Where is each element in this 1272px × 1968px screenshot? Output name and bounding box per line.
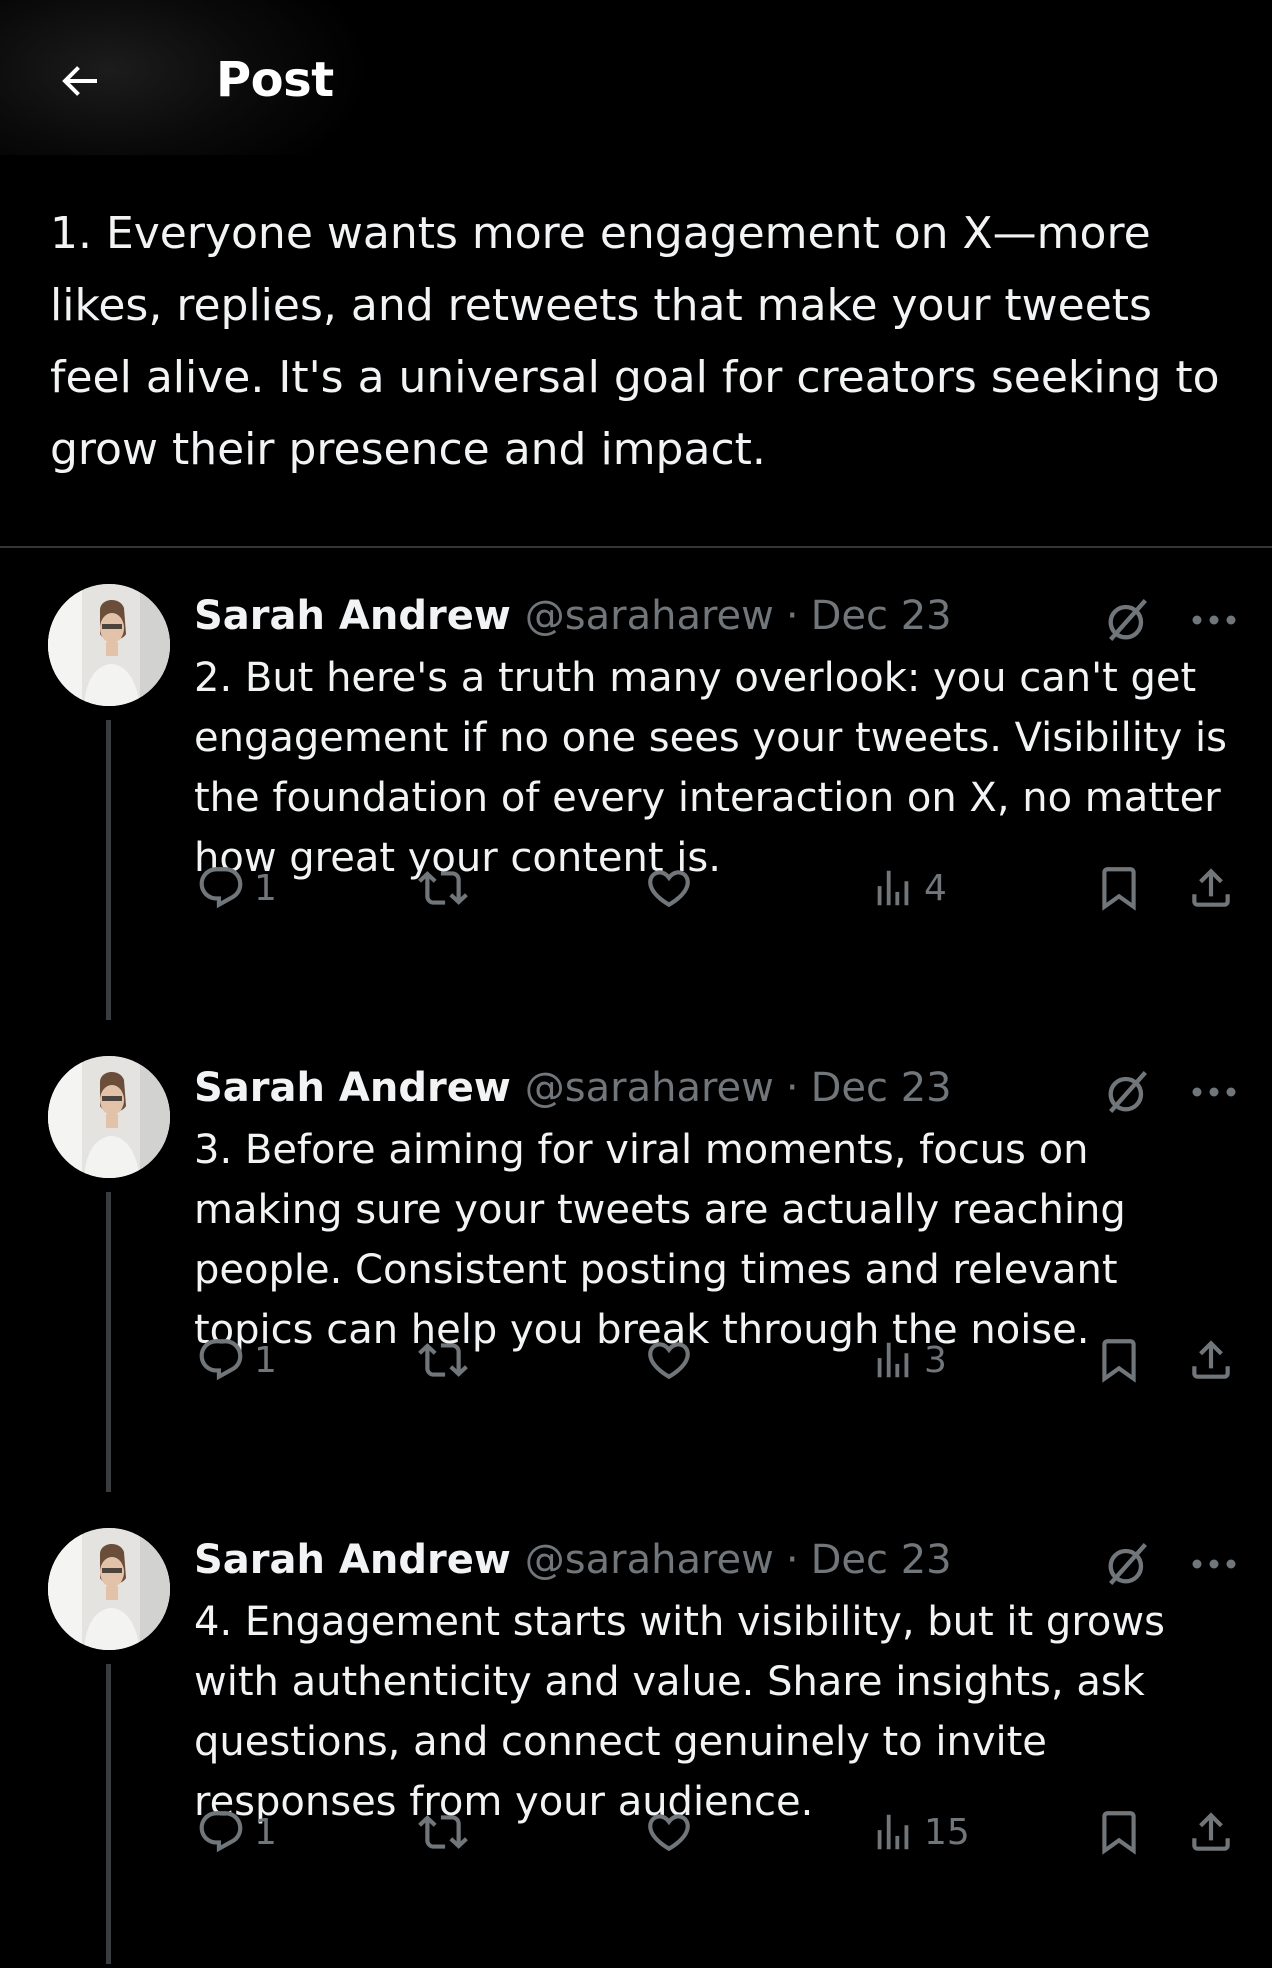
like-button[interactable] [644, 1792, 694, 1872]
bookmark-button[interactable] [1094, 1792, 1144, 1872]
share-button[interactable] [1186, 1320, 1236, 1400]
share-icon [1186, 863, 1236, 913]
bookmark-icon [1094, 1335, 1144, 1385]
more-dots-icon [1191, 614, 1237, 626]
post-date[interactable]: Dec 23 [811, 1065, 952, 1111]
post-date[interactable]: Dec 23 [811, 1537, 952, 1583]
reply-icon [196, 863, 246, 913]
reply-button[interactable]: 1 [196, 848, 277, 928]
view-count: 4 [924, 867, 947, 909]
reply-button[interactable]: 1 [196, 1792, 277, 1872]
retweet-icon [418, 1335, 468, 1385]
views-chart-icon [870, 1809, 916, 1855]
author-name[interactable]: Sarah Andrew [194, 1065, 511, 1111]
view-count: 3 [924, 1339, 947, 1381]
arrow-left-icon [55, 57, 103, 105]
grok-icon [1102, 1538, 1154, 1590]
share-icon [1186, 1335, 1236, 1385]
share-icon [1186, 1807, 1236, 1857]
reply-count: 1 [254, 1811, 277, 1853]
bookmark-icon [1094, 863, 1144, 913]
more-dots-icon [1191, 1558, 1237, 1570]
action-bar: 1 4 [0, 848, 1272, 928]
author-handle[interactable]: @saraharew [525, 1537, 774, 1583]
avatar[interactable] [48, 1056, 170, 1178]
views-button[interactable]: 15 [870, 1792, 970, 1872]
avatar[interactable] [48, 584, 170, 706]
grok-icon [1102, 1066, 1154, 1118]
bookmark-icon [1094, 1807, 1144, 1857]
heart-icon [644, 863, 694, 913]
author-handle[interactable]: @saraharew [525, 1065, 774, 1111]
like-button[interactable] [644, 848, 694, 928]
reply-icon [196, 1807, 246, 1857]
more-dots-icon [1191, 1086, 1237, 1098]
reply-header: Sarah Andrew @saraharew · Dec 23 [194, 588, 952, 644]
retweet-button[interactable] [418, 1320, 468, 1400]
grok-button[interactable] [1100, 1064, 1156, 1120]
reply-icon [196, 1335, 246, 1385]
heart-icon [644, 1807, 694, 1857]
page-title: Post [216, 52, 334, 108]
share-button[interactable] [1186, 1792, 1236, 1872]
views-chart-icon [870, 865, 916, 911]
retweet-button[interactable] [418, 1792, 468, 1872]
action-bar: 1 15 [0, 1792, 1272, 1872]
reply-post: Sarah Andrew @saraharew · Dec 23 2. But … [0, 548, 1272, 1020]
reply-post: Sarah Andrew @saraharew · Dec 23 4. Enga… [0, 1492, 1272, 1964]
retweet-icon [418, 863, 468, 913]
post-date[interactable]: Dec 23 [811, 593, 952, 639]
views-chart-icon [870, 1337, 916, 1383]
reply-button[interactable]: 1 [196, 1320, 277, 1400]
view-count: 15 [924, 1811, 970, 1853]
separator-dot: · [785, 593, 799, 639]
views-button[interactable]: 3 [870, 1320, 947, 1400]
like-button[interactable] [644, 1320, 694, 1400]
views-button[interactable]: 4 [870, 848, 947, 928]
avatar[interactable] [48, 1528, 170, 1650]
reply-count: 1 [254, 1339, 277, 1381]
more-button[interactable] [1186, 1536, 1242, 1592]
more-button[interactable] [1186, 592, 1242, 648]
top-bar: Post [0, 0, 1272, 155]
reply-header: Sarah Andrew @saraharew · Dec 23 [194, 1060, 952, 1116]
author-name[interactable]: Sarah Andrew [194, 1537, 511, 1583]
separator-dot: · [785, 1065, 799, 1111]
reply-header: Sarah Andrew @saraharew · Dec 23 [194, 1532, 952, 1588]
grok-button[interactable] [1100, 1536, 1156, 1592]
retweet-icon [418, 1807, 468, 1857]
heart-icon [644, 1335, 694, 1385]
bookmark-button[interactable] [1094, 1320, 1144, 1400]
author-handle[interactable]: @saraharew [525, 593, 774, 639]
reply-count: 1 [254, 867, 277, 909]
reply-post: Sarah Andrew @saraharew · Dec 23 3. Befo… [0, 1020, 1272, 1492]
action-bar: 1 3 [0, 1320, 1272, 1400]
separator-dot: · [785, 1537, 799, 1583]
author-name[interactable]: Sarah Andrew [194, 593, 511, 639]
main-post-text: 1. Everyone wants more engagement on X—m… [50, 208, 1220, 475]
retweet-button[interactable] [418, 848, 468, 928]
bookmark-button[interactable] [1094, 848, 1144, 928]
grok-icon [1102, 594, 1154, 646]
share-button[interactable] [1186, 848, 1236, 928]
grok-button[interactable] [1100, 592, 1156, 648]
back-button[interactable] [48, 50, 110, 112]
more-button[interactable] [1186, 1064, 1242, 1120]
